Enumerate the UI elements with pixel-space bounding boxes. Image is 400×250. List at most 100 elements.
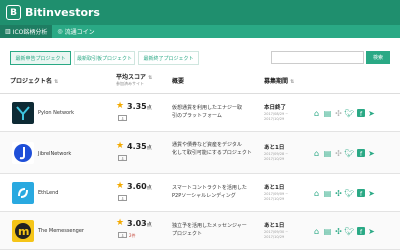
slack-icon[interactable]: ✣ — [333, 226, 344, 236]
period-status: 本日終了 — [264, 105, 287, 111]
project-logo-jibrel[interactable] — [12, 142, 34, 164]
project-links: ⌂ ▤ ✣ 🐦︎ f ➤ — [311, 148, 377, 158]
facebook-icon[interactable]: f — [355, 226, 366, 236]
telegram-icon[interactable]: ➤ — [366, 226, 377, 236]
period-dates: 2017/08/29 ~ 2017/10/29 — [264, 112, 289, 121]
period-dates: 2017/09/28 ~ 2017/10/29 — [264, 152, 289, 161]
document-icon[interactable]: ▤ — [322, 188, 333, 198]
average-score: 3.03点 — [127, 219, 152, 228]
period-status: あと1日 — [264, 223, 285, 229]
tab-latest-ended[interactable]: 最新終了プロジェクト — [138, 51, 199, 65]
download-icon[interactable]: ⇩ — [118, 155, 127, 161]
document-icon[interactable]: ▤ — [322, 148, 333, 158]
star-icon: ★ — [116, 181, 125, 191]
twitter-icon[interactable]: 🐦︎ — [344, 188, 355, 198]
period-dates: 2017/09/09 ~ 2017/10/29 — [264, 192, 289, 201]
project-logo-memessenger[interactable]: m — [12, 220, 34, 242]
star-icon: ★ — [116, 218, 125, 228]
filter-tabs: 最新申告プロジェクト 最新取引板プロジェクト 最新終了プロジェクト — [10, 51, 202, 65]
logo-icon[interactable]: B — [6, 5, 21, 20]
score-value: 3.35 — [127, 102, 147, 111]
slack-icon[interactable]: ✣ — [333, 108, 344, 118]
project-logo-ethlend[interactable] — [12, 182, 34, 204]
table-row[interactable]: m The Memessenger ★ 3.03点 ⇩ 2件 独立予を活用したメ… — [0, 212, 400, 250]
project-description: 通貨や債券など資産をデジタル 化して取引可能にするプロジェクト — [172, 141, 262, 157]
slack-icon[interactable]: ✣ — [333, 188, 344, 198]
brand-name[interactable]: Bitinvestors — [25, 6, 100, 19]
svg-text:m: m — [18, 225, 29, 238]
chart-icon: ▥ — [5, 28, 11, 35]
period-dates: 2017/09/30 ~ 2017/10/29 — [264, 230, 289, 239]
tab-latest-applied[interactable]: 最新申告プロジェクト — [10, 51, 71, 65]
score-value: 4.35 — [127, 142, 147, 151]
home-icon[interactable]: ⌂ — [311, 226, 322, 236]
score-unit: 点 — [146, 105, 152, 111]
project-name[interactable]: EthLend — [38, 190, 58, 196]
download-icon[interactable]: ⇩ — [118, 195, 127, 201]
search-button[interactable]: 検索 — [366, 51, 390, 64]
memessenger-logo-icon: m — [15, 223, 31, 239]
star-icon: ★ — [116, 141, 125, 151]
description-line: 通貨や債券など資産をデジタル — [172, 142, 242, 148]
column-label: 平均スコア — [116, 74, 147, 81]
table-row[interactable]: Pylon Network ★ 3.35点 ⇩ 仮想通貨を利用したエナジー取 引… — [0, 94, 400, 132]
top-header: B Bitinvestors — [0, 0, 400, 25]
main-nav: ▥ ICO銘柄分析 ◎ 流通コイン — [0, 25, 400, 38]
description-line: 独立予を活用したメッセンジャー — [172, 223, 247, 229]
table-row[interactable]: JibrelNetwork ★ 4.35点 ⇩ 通貨や債券など資産をデジタル 化… — [0, 132, 400, 174]
search-input[interactable] — [271, 51, 364, 64]
average-score: 4.35点 — [127, 142, 152, 151]
table-header: プロジェクト名 ⇅ 平均スコア ⇅ 参加済みサイト 概要 募集期間 ⇅ — [0, 68, 400, 94]
column-subheader-score: 参加済みサイト — [116, 81, 144, 86]
ethlend-logo-icon — [18, 188, 28, 198]
facebook-icon[interactable]: f — [355, 148, 366, 158]
description-line: 引のプラットフォーム — [172, 113, 222, 119]
jibrel-logo-icon — [14, 144, 32, 162]
review-count-badge[interactable]: 2件 — [129, 233, 136, 239]
tab-latest-trading[interactable]: 最新取引板プロジェクト — [74, 51, 135, 65]
telegram-icon[interactable]: ➤ — [366, 148, 377, 158]
project-description: 独立予を活用したメッセンジャー プロジェクト — [172, 222, 262, 238]
twitter-icon[interactable]: 🐦︎ — [344, 108, 355, 118]
project-logo-pylon[interactable] — [12, 102, 34, 124]
column-header-name[interactable]: プロジェクト名 ⇅ — [10, 76, 58, 85]
description-line: 仮想通貨を利用したエナジー取 — [172, 105, 243, 111]
period-status: あと1日 — [264, 145, 285, 151]
nav-tab-coins[interactable]: ◎ 流通コイン — [52, 25, 99, 38]
document-icon[interactable]: ▤ — [322, 226, 333, 236]
project-name[interactable]: The Memessenger — [38, 228, 84, 234]
column-header-period[interactable]: 募集期間 ⇅ — [264, 76, 294, 85]
facebook-icon[interactable]: f — [355, 108, 366, 118]
description-line: プロジェクト — [172, 231, 203, 237]
download-icon[interactable]: ⇩ — [118, 115, 127, 121]
sort-icon[interactable]: ⇅ — [54, 79, 58, 85]
sort-icon[interactable]: ⇅ — [290, 79, 294, 85]
telegram-icon[interactable]: ➤ — [366, 108, 377, 118]
twitter-icon[interactable]: 🐦︎ — [344, 226, 355, 236]
table-row[interactable]: EthLend ★ 3.60点 ⇩ スマートコントラクトを活用した P2Pソーシ… — [0, 174, 400, 212]
column-header-score[interactable]: 平均スコア ⇅ — [116, 72, 152, 81]
nav-tab-ico-analysis[interactable]: ▥ ICO銘柄分析 — [0, 25, 53, 38]
sort-icon[interactable]: ⇅ — [148, 75, 152, 81]
project-description: スマートコントラクトを活用した P2Pソーシャルレンディング — [172, 184, 262, 200]
twitter-icon[interactable]: 🐦︎ — [344, 148, 355, 158]
average-score: 3.60点 — [127, 182, 152, 191]
home-icon[interactable]: ⌂ — [311, 108, 322, 118]
home-icon[interactable]: ⌂ — [311, 148, 322, 158]
project-name[interactable]: JibrelNetwork — [38, 151, 71, 157]
description-line: 化して取引可能にするプロジェクト — [172, 150, 252, 156]
telegram-icon[interactable]: ➤ — [366, 188, 377, 198]
download-icon[interactable]: ⇩ — [118, 232, 127, 238]
description-line: P2Pソーシャルレンディング — [172, 193, 236, 199]
project-name[interactable]: Pylon Network — [38, 110, 74, 116]
period-status: あと1日 — [264, 185, 285, 191]
document-icon[interactable]: ▤ — [322, 108, 333, 118]
project-links: ⌂ ▤ ✣ 🐦︎ f ➤ — [311, 188, 377, 198]
score-value: 3.60 — [127, 182, 147, 191]
home-icon[interactable]: ⌂ — [311, 188, 322, 198]
star-icon: ★ — [116, 101, 125, 111]
slack-icon[interactable]: ✣ — [333, 148, 344, 158]
description-line: スマートコントラクトを活用した — [172, 185, 247, 191]
column-label: 募集期間 — [264, 78, 289, 85]
facebook-icon[interactable]: f — [355, 188, 366, 198]
